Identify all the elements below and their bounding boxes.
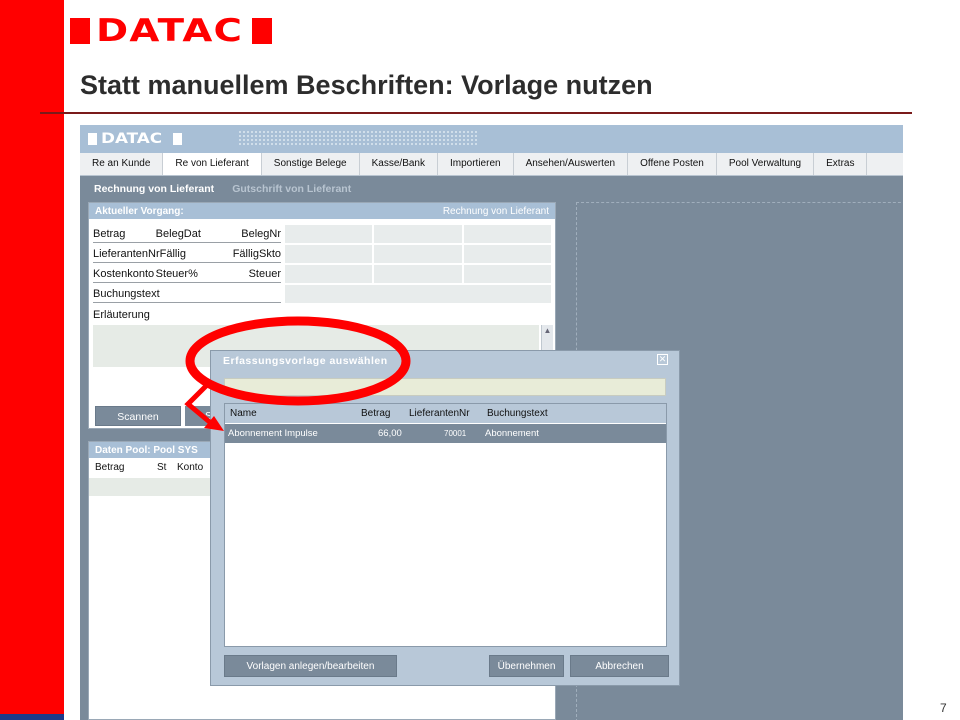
menu-tab-5[interactable]: Ansehen/Auswerten	[514, 153, 629, 175]
field-row-3[interactable]: Kostenkonto Steuer% Steuer	[93, 265, 281, 283]
row-buchungstext: Abonnement	[485, 428, 539, 439]
sidebar-red-bar	[0, 0, 64, 720]
label-steuer: Steuer	[248, 267, 282, 280]
manage-templates-button[interactable]: Vorlagen anlegen/bearbeiten	[224, 655, 397, 677]
label-lieferantennr: LieferantenNr	[93, 247, 160, 260]
col-name[interactable]: Name	[230, 404, 257, 423]
table-row[interactable]: Abonnement Impulse 66,00 70001 Abonnemen…	[225, 424, 666, 443]
subtab-gutschrift[interactable]: Gutschrift von Lieferant	[232, 183, 351, 195]
accept-button[interactable]: Übernehmen	[489, 655, 564, 677]
value-cell[interactable]	[285, 265, 373, 283]
col-betrag[interactable]: Betrag	[361, 404, 390, 423]
label-steuerprozent: Steuer%	[155, 267, 198, 280]
row-name: Abonnement Impulse	[228, 428, 318, 439]
template-search-input[interactable]	[224, 378, 666, 396]
app-logo-text: DATAC	[101, 131, 163, 147]
menu-tab-3[interactable]: Kasse/Bank	[360, 153, 438, 175]
col-buchungstext[interactable]: Buchungstext	[487, 404, 548, 423]
value-cell[interactable]	[285, 225, 373, 243]
field-row-4[interactable]: Buchungstext	[93, 285, 281, 303]
menu-tab-2[interactable]: Sonstige Belege	[262, 153, 360, 175]
value-cells-row-4	[285, 285, 551, 303]
menu-tab-7[interactable]: Pool Verwaltung	[717, 153, 815, 175]
pool-col-st[interactable]: St	[157, 462, 177, 473]
panel-type: Rechnung von Lieferant	[442, 205, 549, 217]
field-row-1[interactable]: Betrag BelegDat BelegNr	[93, 225, 281, 243]
value-cells-row-2	[285, 245, 551, 263]
template-list: Name Betrag LieferantenNr Buchungstext A…	[224, 403, 667, 647]
sidebar-bottom-accent	[0, 714, 64, 720]
app-header: DATAC	[80, 125, 903, 153]
label-kostenkonto: Kostenkonto	[93, 267, 155, 280]
main-menu: Re an Kunde Re von Lieferant Sonstige Bele…	[80, 153, 903, 176]
row-lieferantennr: 70001	[444, 429, 467, 438]
close-icon[interactable]: ✕	[657, 354, 668, 365]
pool-title: Daten Pool: Pool SYS	[95, 444, 198, 456]
value-cell[interactable]	[463, 265, 551, 283]
label-buchungstext: Buchungstext	[93, 287, 160, 300]
value-cell[interactable]	[463, 225, 551, 243]
value-cells-row-1	[285, 225, 551, 243]
datac-logo: DATAC	[70, 16, 272, 47]
scroll-up-icon[interactable]: ▲	[542, 325, 553, 337]
title-divider	[40, 112, 912, 114]
label-faelligskto: FälligSkto	[232, 247, 281, 260]
subtab-rechnung[interactable]: Rechnung von Lieferant	[94, 183, 214, 195]
menu-tab-1[interactable]: Re von Lieferant	[163, 153, 262, 175]
label-faellig: Fällig	[159, 247, 186, 260]
logo-block-left	[70, 18, 90, 44]
app-logo: DATAC	[88, 132, 182, 146]
slide-title: Statt manuellem Beschriften: Vorlage nut…	[80, 70, 653, 100]
row-betrag: 66,00	[378, 428, 402, 439]
page-number: 7	[940, 701, 947, 715]
dialog-title: Erfassungsvorlage auswählen	[223, 355, 388, 367]
label-belegnr: BelegNr	[241, 227, 282, 240]
value-cell[interactable]	[285, 245, 373, 263]
panel-header: Aktueller Vorgang: Rechnung von Lieferan…	[89, 203, 555, 219]
header-pattern	[238, 130, 478, 147]
col-lieferantennr[interactable]: LieferantenNr	[409, 404, 470, 423]
value-cell[interactable]	[374, 225, 462, 243]
erfassungsvorlage-dialog: Erfassungsvorlage auswählen ✕ Name Betra…	[210, 350, 680, 686]
menu-tab-4[interactable]: Importieren	[438, 153, 514, 175]
field-row-2[interactable]: LieferantenNr Fällig FälligSkto	[93, 245, 281, 263]
label-belegdat: BelegDat	[155, 227, 201, 240]
menu-tab-0[interactable]: Re an Kunde	[80, 153, 164, 175]
label-erlaeuterung: Erläuterung	[93, 309, 150, 321]
buchungstext-input[interactable]	[285, 285, 551, 303]
menu-tab-6[interactable]: Offene Posten	[628, 153, 717, 175]
value-cell[interactable]	[374, 245, 462, 263]
value-cell[interactable]	[463, 245, 551, 263]
app-logo-block-left	[88, 133, 97, 145]
sub-tabs: Rechnung von Lieferant Gutschrift von Li…	[94, 183, 351, 195]
scan-button[interactable]: Scannen	[95, 406, 181, 426]
panel-title: Aktueller Vorgang:	[95, 205, 184, 217]
label-betrag: Betrag	[93, 227, 126, 240]
menu-tab-8[interactable]: Extras	[814, 153, 868, 175]
value-cells-row-3	[285, 265, 551, 283]
list-header: Name Betrag LieferantenNr Buchungstext	[225, 404, 666, 423]
logo-text: DATAC	[96, 13, 244, 49]
cancel-button[interactable]: Abbrechen	[570, 655, 669, 677]
pool-col-betrag[interactable]: Betrag	[95, 462, 157, 473]
value-cell[interactable]	[374, 265, 462, 283]
